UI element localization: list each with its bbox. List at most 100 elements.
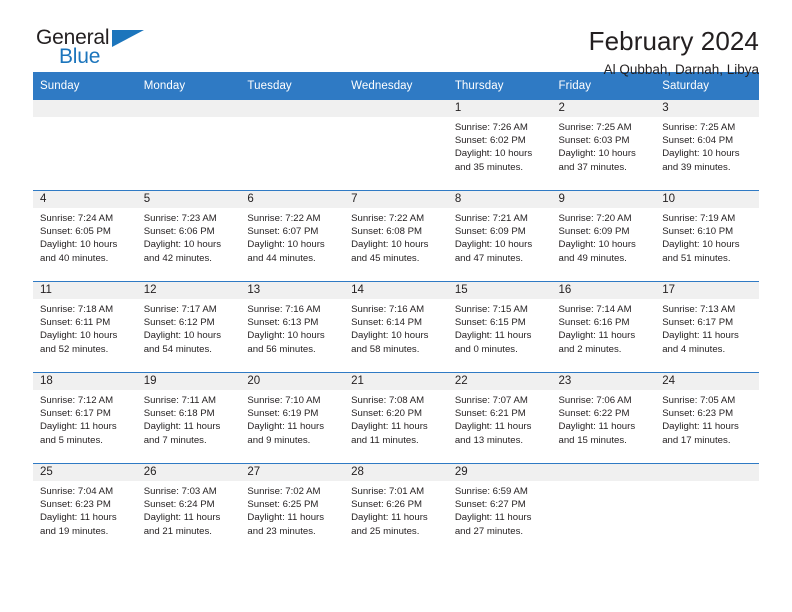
calendar-day-cell[interactable]: 18 Sunrise: 7:12 AM Sunset: 6:17 PM Dayligh… <box>33 372 137 464</box>
calendar-day-cell[interactable]: 8 Sunrise: 7:21 AM Sunset: 6:09 PM Daylight… <box>447 190 552 282</box>
day-details: Sunrise: 7:21 AM Sunset: 6:09 PM Daylight:… <box>448 208 552 265</box>
day-details: Sunrise: 7:20 AM Sunset: 6:09 PM Daylight:… <box>552 208 656 265</box>
calendar-day-cell[interactable]: 17 Sunrise: 7:13 AM Sunset: 6:17 PM Dayligh… <box>655 281 759 373</box>
day-detail-line: and 42 minutes. <box>143 252 212 264</box>
calendar-day-cell[interactable]: 16 Sunrise: 7:14 AM Sunset: 6:16 PM Dayligh… <box>551 281 656 373</box>
calendar-day-cell[interactable]: 13 Sunrise: 7:16 AM Sunset: 6:13 PM Dayligh… <box>240 281 345 373</box>
calendar-day-cell <box>240 100 345 191</box>
day-detail-line: and 5 minutes. <box>40 434 103 446</box>
day-number: 29 <box>447 464 552 481</box>
calendar-day-cell[interactable]: 28 Sunrise: 7:01 AM Sunset: 6:26 PM Dayligh… <box>344 463 448 554</box>
day-cell-inner: 9 Sunrise: 7:20 AM Sunset: 6:09 PM Daylight… <box>551 191 656 281</box>
day-detail-line: Daylight: 10 hours <box>247 239 325 251</box>
day-details <box>552 481 656 485</box>
day-detail-line: Sunset: 6:03 PM <box>558 135 630 147</box>
calendar-day-cell[interactable]: 22 Sunrise: 7:07 AM Sunset: 6:21 PM Dayligh… <box>447 372 552 464</box>
day-detail-line: Daylight: 10 hours <box>351 330 429 342</box>
day-cell-inner <box>655 464 759 554</box>
day-detail-line: Sunrise: 7:25 AM <box>662 122 736 133</box>
day-cell-inner: 11 Sunrise: 7:18 AM Sunset: 6:11 PM Dayligh… <box>33 282 137 372</box>
day-number: 21 <box>344 373 448 390</box>
calendar-day-cell[interactable]: 12 Sunrise: 7:17 AM Sunset: 6:12 PM Dayligh… <box>136 281 241 373</box>
calendar-day-cell[interactable]: 5 Sunrise: 7:23 AM Sunset: 6:06 PM Daylight… <box>136 190 241 282</box>
calendar-day-cell[interactable]: 29 Sunrise: 6:59 AM Sunset: 6:27 PM Dayligh… <box>447 463 552 554</box>
day-detail-line: and 15 minutes. <box>558 434 627 446</box>
day-detail-line: and 0 minutes. <box>454 343 518 355</box>
day-detail-line: Sunrise: 7:20 AM <box>558 213 632 224</box>
day-detail-line: Daylight: 10 hours <box>558 239 636 251</box>
calendar-day-cell[interactable]: 6 Sunrise: 7:22 AM Sunset: 6:07 PM Daylight… <box>240 190 345 282</box>
day-details: Sunrise: 7:16 AM Sunset: 6:13 PM Daylight:… <box>240 299 344 356</box>
day-detail-line: Sunset: 6:24 PM <box>143 499 215 511</box>
day-detail-line: Sunset: 6:11 PM <box>40 317 111 329</box>
day-number: 20 <box>240 373 345 390</box>
day-number: 26 <box>136 464 241 481</box>
day-cell-inner: 25 Sunrise: 7:04 AM Sunset: 6:23 PM Dayligh… <box>33 464 137 554</box>
calendar-day-cell[interactable]: 25 Sunrise: 7:04 AM Sunset: 6:23 PM Dayligh… <box>33 463 137 554</box>
calendar-day-cell[interactable]: 11 Sunrise: 7:18 AM Sunset: 6:11 PM Dayligh… <box>33 281 137 373</box>
day-cell-inner <box>33 100 137 190</box>
day-details: Sunrise: 7:11 AM Sunset: 6:18 PM Daylight:… <box>137 390 241 447</box>
calendar-day-cell[interactable]: 3 Sunrise: 7:25 AM Sunset: 6:04 PM Daylight… <box>655 100 759 191</box>
day-detail-line: and 25 minutes. <box>351 525 420 537</box>
day-detail-line: Sunrise: 7:08 AM <box>351 395 425 406</box>
day-cell-inner: 3 Sunrise: 7:25 AM Sunset: 6:04 PM Daylight… <box>655 100 759 190</box>
day-cell-inner: 10 Sunrise: 7:19 AM Sunset: 6:10 PM Dayligh… <box>655 191 759 281</box>
day-detail-line: and 9 minutes. <box>247 434 311 446</box>
calendar-day-cell[interactable]: 27 Sunrise: 7:02 AM Sunset: 6:25 PM Dayligh… <box>240 463 345 554</box>
day-cell-inner: 18 Sunrise: 7:12 AM Sunset: 6:17 PM Dayligh… <box>33 373 137 463</box>
day-details: Sunrise: 7:17 AM Sunset: 6:12 PM Daylight:… <box>137 299 241 356</box>
day-detail-line: and 17 minutes. <box>662 434 731 446</box>
day-detail-line: and 44 minutes. <box>247 252 316 264</box>
day-detail-line: Sunset: 6:17 PM <box>662 317 734 329</box>
day-detail-line: Sunset: 6:09 PM <box>454 226 526 238</box>
calendar-day-cell[interactable]: 4 Sunrise: 7:24 AM Sunset: 6:05 PM Daylight… <box>33 190 137 282</box>
calendar-day-cell <box>655 463 759 554</box>
day-detail-line: and 37 minutes. <box>558 161 627 173</box>
calendar-day-cell[interactable]: 26 Sunrise: 7:03 AM Sunset: 6:24 PM Dayligh… <box>136 463 241 554</box>
calendar-day-cell[interactable]: 23 Sunrise: 7:06 AM Sunset: 6:22 PM Dayligh… <box>551 372 656 464</box>
calendar-day-cell[interactable]: 1 Sunrise: 7:26 AM Sunset: 6:02 PM Daylight… <box>447 100 552 191</box>
day-details: Sunrise: 6:59 AM Sunset: 6:27 PM Daylight:… <box>448 481 552 538</box>
calendar-day-cell[interactable]: 7 Sunrise: 7:22 AM Sunset: 6:08 PM Daylight… <box>344 190 448 282</box>
page-header: General Blue February 2024 Al Qubbah, Da… <box>33 0 759 77</box>
calendar-day-cell[interactable]: 2 Sunrise: 7:25 AM Sunset: 6:03 PM Daylight… <box>551 100 656 191</box>
day-number: 3 <box>655 100 759 117</box>
day-details: Sunrise: 7:02 AM Sunset: 6:25 PM Daylight:… <box>240 481 344 538</box>
day-detail-line: Sunset: 6:20 PM <box>351 408 423 420</box>
day-detail-line: Daylight: 11 hours <box>558 330 636 342</box>
day-cell-inner: 22 Sunrise: 7:07 AM Sunset: 6:21 PM Dayligh… <box>447 373 552 463</box>
calendar-day-cell[interactable]: 10 Sunrise: 7:19 AM Sunset: 6:10 PM Dayligh… <box>655 190 759 282</box>
day-cell-inner: 26 Sunrise: 7:03 AM Sunset: 6:24 PM Dayligh… <box>136 464 241 554</box>
day-detail-line: Daylight: 11 hours <box>454 512 532 524</box>
day-number: 27 <box>240 464 345 481</box>
calendar-page: General Blue February 2024 Al Qubbah, Da… <box>0 0 792 612</box>
day-number <box>655 464 759 481</box>
calendar-week-row: 18 Sunrise: 7:12 AM Sunset: 6:17 PM Dayligh… <box>33 372 759 464</box>
day-detail-line: Daylight: 11 hours <box>143 512 221 524</box>
calendar-day-cell[interactable]: 21 Sunrise: 7:08 AM Sunset: 6:20 PM Dayligh… <box>344 372 448 464</box>
weekday-header-tuesday: Tuesday <box>240 72 345 100</box>
calendar-day-cell[interactable]: 14 Sunrise: 7:16 AM Sunset: 6:14 PM Dayligh… <box>344 281 448 373</box>
day-detail-line: Sunset: 6:16 PM <box>558 317 630 329</box>
day-detail-line: Sunset: 6:18 PM <box>143 408 215 420</box>
day-cell-inner: 12 Sunrise: 7:17 AM Sunset: 6:12 PM Dayligh… <box>136 282 241 372</box>
day-details: Sunrise: 7:12 AM Sunset: 6:17 PM Daylight:… <box>33 390 137 447</box>
calendar-day-cell[interactable]: 15 Sunrise: 7:15 AM Sunset: 6:15 PM Dayligh… <box>447 281 552 373</box>
calendar-day-cell[interactable]: 9 Sunrise: 7:20 AM Sunset: 6:09 PM Daylight… <box>551 190 656 282</box>
calendar-grid: Sunday Monday Tuesday Wednesday Thursday… <box>33 72 759 554</box>
calendar-day-cell[interactable]: 20 Sunrise: 7:10 AM Sunset: 6:19 PM Dayligh… <box>240 372 345 464</box>
day-detail-line: Sunrise: 7:18 AM <box>40 304 114 315</box>
day-detail-line: and 23 minutes. <box>247 525 316 537</box>
day-detail-line: and 45 minutes. <box>351 252 420 264</box>
day-detail-line: Sunrise: 7:22 AM <box>247 213 321 224</box>
day-detail-line: and 39 minutes. <box>662 161 731 173</box>
day-number: 14 <box>344 282 448 299</box>
day-detail-line: Sunrise: 7:03 AM <box>143 486 217 497</box>
day-detail-line: Sunrise: 7:06 AM <box>558 395 632 406</box>
calendar-day-cell[interactable]: 19 Sunrise: 7:11 AM Sunset: 6:18 PM Dayligh… <box>136 372 241 464</box>
day-details: Sunrise: 7:06 AM Sunset: 6:22 PM Daylight:… <box>552 390 656 447</box>
calendar-week-row: 11 Sunrise: 7:18 AM Sunset: 6:11 PM Dayligh… <box>33 281 759 373</box>
day-detail-line: Sunrise: 7:16 AM <box>351 304 425 315</box>
calendar-day-cell[interactable]: 24 Sunrise: 7:05 AM Sunset: 6:23 PM Dayligh… <box>655 372 759 464</box>
